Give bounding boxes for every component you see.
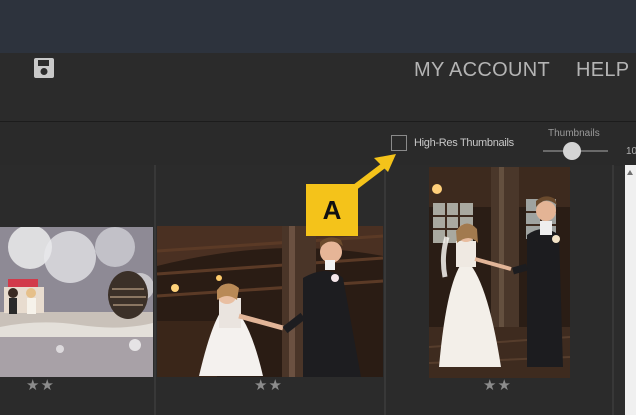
photo-thumbnail[interactable] — [157, 226, 383, 377]
save-icon[interactable] — [33, 57, 55, 79]
hires-thumbnails-label: High-Res Thumbnails — [414, 137, 514, 149]
top-bar — [0, 0, 636, 53]
scrollbar[interactable] — [625, 165, 636, 415]
scroll-up-arrow-icon[interactable] — [627, 170, 633, 175]
annotation-callout: A — [306, 184, 358, 236]
toolbar — [0, 121, 636, 166]
my-account-link[interactable]: MY ACCOUNT — [414, 59, 550, 82]
hires-thumbnails-checkbox[interactable] — [391, 135, 407, 151]
photo-thumbnail[interactable] — [0, 227, 153, 377]
photo-thumbnail[interactable] — [429, 167, 570, 378]
star-rating[interactable]: ★★ — [26, 376, 55, 394]
help-link[interactable]: HELP — [576, 59, 629, 82]
star-rating[interactable]: ★★ — [483, 376, 512, 394]
thumbnails-slider-max: 10 — [626, 146, 636, 157]
star-rating[interactable]: ★★ — [254, 376, 283, 394]
gallery-divider — [612, 165, 614, 415]
thumbnails-slider-label: Thumbnails — [548, 128, 600, 139]
thumbnails-slider-handle[interactable] — [563, 142, 581, 160]
